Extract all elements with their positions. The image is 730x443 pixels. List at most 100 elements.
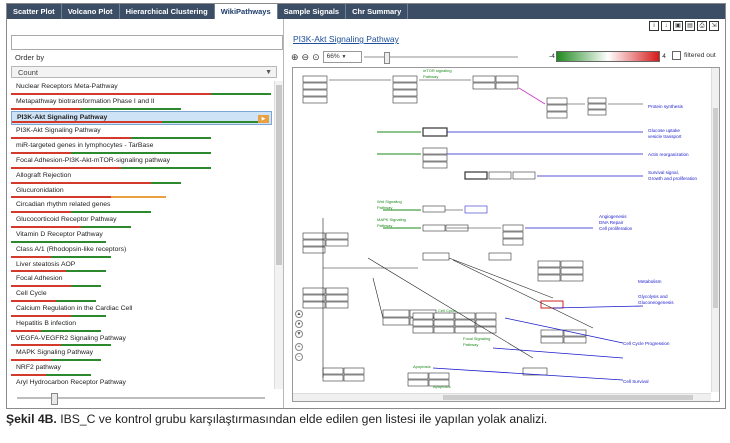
gene-box: [563, 336, 587, 344]
gene-box: [392, 75, 418, 83]
color-legend: -4 4: [548, 51, 668, 62]
pathway-list-item[interactable]: PI3K-Akt Signaling Pathway: [11, 125, 272, 140]
pan-up-icon[interactable]: ▲: [295, 310, 303, 318]
pan-down-icon[interactable]: ▼: [295, 330, 303, 338]
gene-box: [587, 103, 607, 110]
tab-chr-summary[interactable]: Chr Summary: [346, 4, 409, 19]
pathway-label: Focal Adhesion-PI3K-Akt-mTOR-signaling p…: [16, 156, 171, 164]
image-icon[interactable]: ▣: [673, 21, 683, 31]
gene-box: [407, 372, 429, 380]
print-icon[interactable]: ⎙: [697, 21, 707, 31]
gene-box: [472, 82, 496, 90]
tab-scatter-plot[interactable]: Scatter Plot: [7, 4, 62, 19]
diagram-label: Glycolysis and Gluconeogenesis: [638, 294, 674, 305]
pathway-list-item[interactable]: NRF2 pathway: [11, 362, 272, 377]
gene-box: [540, 336, 564, 344]
pathway-count-bar: [11, 107, 181, 110]
zoom-in-icon[interactable]: ⊕: [291, 52, 299, 62]
pathway-list-item[interactable]: Metapathway biotransformation Phase I an…: [11, 96, 272, 111]
pathway-list-item[interactable]: VEGFA-VEGFR2 Signaling Pathway: [11, 333, 272, 348]
pathway-count-bar: [11, 92, 271, 95]
pathway-label: Class A/1 (Rhodopsin-like receptors): [16, 245, 127, 253]
pathway-list-item[interactable]: Nuclear Receptors Meta-Pathway: [11, 81, 272, 96]
pathway-label: Calcium Regulation in the Cardiac Cell: [16, 304, 133, 312]
gene-box: [343, 374, 365, 382]
pathway-list-item[interactable]: Aryl Hydrocarbon Receptor Pathway: [11, 377, 272, 389]
tab-hierarchical-clustering[interactable]: Hierarchical Clustering: [120, 4, 215, 19]
table-icon[interactable]: ▤: [685, 21, 695, 31]
list-width-slider[interactable]: [17, 393, 265, 405]
diagram-hscrollbar[interactable]: [293, 393, 711, 401]
search-input[interactable]: [11, 35, 283, 50]
scrollbar-thumb[interactable]: [713, 108, 718, 308]
export-icon[interactable]: ⇲: [709, 21, 719, 31]
zoom-out-icon[interactable]: ⊖: [302, 52, 310, 62]
pathway-diagram[interactable]: Protein synthesis Glucose uptake vesicle t…: [292, 67, 720, 402]
gene-box: [422, 224, 446, 232]
zoom-plus-icon[interactable]: +: [295, 343, 303, 351]
gene-box: [302, 246, 326, 254]
pathway-list-item[interactable]: MAPK Signaling Pathway: [11, 347, 272, 362]
pathway-list-item[interactable]: Class A/1 (Rhodopsin-like receptors): [11, 244, 272, 259]
pathway-list-item[interactable]: miR-targeted genes in lymphocytes - TarB…: [11, 140, 272, 155]
slider-knob[interactable]: [51, 393, 58, 405]
chevron-down-icon: ▼: [341, 53, 347, 60]
gene-box: [488, 252, 512, 261]
caption-label: Şekil 4B.: [6, 412, 57, 426]
gene-box: [546, 104, 568, 112]
download-icon[interactable]: ↓: [661, 21, 671, 31]
pathway-count-bar: [11, 151, 211, 154]
zoom-value: 66%: [326, 52, 340, 60]
pathway-count-bar: [11, 166, 211, 169]
pathway-list-item[interactable]: PI3K-Akt Signaling Pathway ▶: [11, 110, 272, 126]
pathway-list-item[interactable]: Calcium Regulation in the Cardiac Cell: [11, 303, 272, 318]
gene-box: [302, 232, 326, 240]
gene-box: [502, 224, 524, 232]
scrollbar-thumb[interactable]: [276, 85, 282, 265]
zoom-minus-icon[interactable]: −: [295, 353, 303, 361]
pathway-label: miR-targeted genes in lymphocytes - TarB…: [16, 142, 154, 150]
tab-wikipathways[interactable]: WikiPathways: [214, 4, 278, 19]
info-icon[interactable]: i: [649, 21, 659, 31]
pathway-label: MAPK Signaling Pathway: [16, 349, 94, 357]
gene-box: [302, 82, 328, 90]
gene-box: [472, 75, 496, 83]
gene-box: [422, 127, 448, 137]
tab-volcano-plot[interactable]: Volcano Plot: [62, 4, 120, 19]
pathway-list-item[interactable]: Liver steatosis AOP: [11, 259, 272, 274]
gene-box: [495, 82, 519, 90]
pathway-list-item[interactable]: Hepatitis B infection: [11, 318, 272, 333]
pathway-list-item[interactable]: Vitamin D Receptor Pathway: [11, 229, 272, 244]
zoom-slider[interactable]: [364, 52, 518, 64]
pathway-label: Cell Cycle: [16, 290, 47, 298]
gene-box: [325, 232, 349, 240]
tab-sample-signals[interactable]: Sample Signals: [278, 4, 347, 19]
pathway-list-item[interactable]: Focal Adhesion-PI3K-Akt-mTOR-signaling p…: [11, 155, 272, 170]
pathway-list-item[interactable]: Focal Adhesion: [11, 273, 272, 288]
pathway-count-bar: [11, 359, 101, 362]
pathway-list-item[interactable]: Allograft Rejection: [11, 170, 272, 185]
filtered-out-toggle[interactable]: filtered out: [672, 51, 716, 60]
pathway-list-item[interactable]: Glucocorticoid Receptor Pathway: [11, 214, 272, 229]
gene-box: [587, 97, 607, 104]
pathway-count-bar: [12, 121, 262, 124]
pathway-label: Vitamin D Receptor Pathway: [16, 230, 103, 238]
gene-box: [560, 260, 584, 268]
gene-box: [392, 96, 418, 104]
zoom-fit-icon[interactable]: ⊙: [312, 52, 320, 62]
zoom-select[interactable]: 66% ▼: [322, 50, 362, 63]
list-scrollbar[interactable]: [274, 81, 283, 389]
selected-flag-icon[interactable]: ▶: [258, 114, 269, 123]
legend-gradient: [556, 51, 660, 62]
pathway-list-item[interactable]: Glucuronidation: [11, 185, 272, 200]
pathway-title-link[interactable]: PI3K-Akt Signaling Pathway: [293, 34, 399, 44]
pathway-list-item[interactable]: Circadian rhythm related genes: [11, 199, 272, 214]
pan-center-icon[interactable]: ●: [295, 320, 303, 328]
zoom-slider-knob[interactable]: [384, 52, 390, 64]
app-window: Scatter Plot Volcano Plot Hierarchical C…: [6, 3, 726, 409]
pathway-list-item[interactable]: Cell Cycle: [11, 288, 272, 303]
diagram-vscrollbar[interactable]: [711, 68, 719, 392]
filtered-out-checkbox[interactable]: [672, 51, 681, 60]
scrollbar-thumb[interactable]: [443, 395, 693, 400]
order-by-select[interactable]: Count ▼: [11, 66, 277, 78]
